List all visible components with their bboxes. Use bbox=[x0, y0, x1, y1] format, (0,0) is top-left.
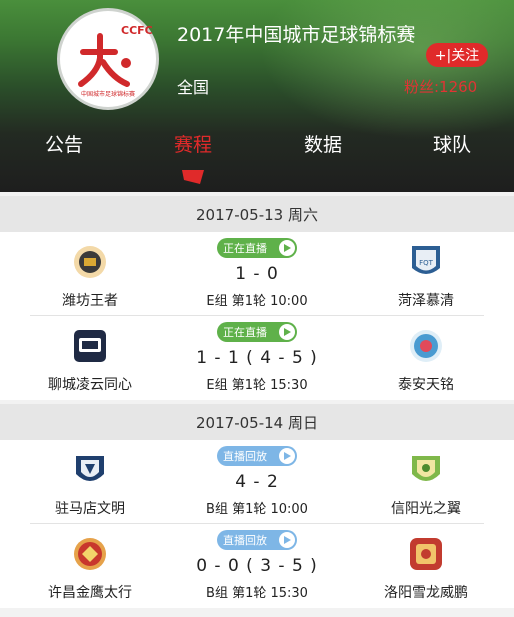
team-logo-weifang bbox=[72, 244, 108, 280]
match-info: B组 第1轮 15:30 bbox=[206, 586, 308, 601]
match-row[interactable]: 正在直播 聊城凌云同心 1 - 1 ( 4 - 5 ) E组 第1轮 15:30… bbox=[0, 316, 514, 400]
tournament-header: CCFC 中国城市足球锦标赛 2017年中国城市足球锦标赛 全国 +|关注 粉丝… bbox=[0, 0, 514, 192]
match-info: B组 第1轮 10:00 bbox=[206, 502, 308, 517]
away-team[interactable]: 信阳光之翼 bbox=[366, 452, 486, 518]
fans-count: 粉丝:1260 bbox=[404, 78, 478, 96]
svg-text:FQT: FQT bbox=[419, 259, 434, 267]
follow-button[interactable]: +|关注 bbox=[426, 43, 488, 67]
match-score: 0 - 0 ( 3 - 5 ) bbox=[196, 556, 318, 576]
team-logo-luoyang bbox=[408, 536, 444, 572]
play-icon bbox=[279, 532, 295, 548]
match-score: 4 - 2 bbox=[235, 472, 279, 492]
away-team[interactable]: 泰安天铭 bbox=[366, 328, 486, 394]
date-header: 2017-05-13 周六 bbox=[0, 196, 514, 232]
away-team-name: 信阳光之翼 bbox=[391, 501, 461, 517]
svg-text:中国城市足球锦标赛: 中国城市足球锦标赛 bbox=[81, 90, 135, 98]
team-logo-xinyang bbox=[408, 452, 444, 488]
status-label: 正在直播 bbox=[223, 326, 267, 339]
away-team[interactable]: 洛阳雪龙威鹏 bbox=[366, 536, 486, 602]
active-tab-indicator-icon bbox=[182, 170, 204, 184]
team-logo-heze: FQT bbox=[408, 244, 444, 280]
home-team-name: 潍坊王者 bbox=[62, 293, 118, 309]
replay-status-badge[interactable]: 直播回放 bbox=[217, 530, 297, 550]
svg-text:CCFC: CCFC bbox=[121, 24, 153, 37]
team-logo-taian bbox=[408, 328, 444, 364]
live-status-badge[interactable]: 正在直播 bbox=[217, 322, 297, 342]
status-label: 直播回放 bbox=[223, 450, 267, 463]
tab-bar: 公告 赛程 数据 球队 bbox=[0, 130, 514, 162]
match-score: 1 - 0 bbox=[235, 264, 279, 284]
replay-status-badge[interactable]: 直播回放 bbox=[217, 446, 297, 466]
match-row[interactable]: 直播回放 驻马店文明 4 - 2 B组 第1轮 10:00 信阳光之翼 bbox=[0, 440, 514, 524]
ccfc-logo-icon: CCFC 中国城市足球锦标赛 bbox=[78, 24, 153, 98]
tournament-title: 2017年中国城市足球锦标赛 bbox=[177, 24, 416, 46]
tab-schedule[interactable]: 赛程 bbox=[153, 130, 233, 157]
home-team[interactable]: 潍坊王者 bbox=[30, 244, 150, 310]
match-row[interactable]: 直播回放 许昌金鹰太行 0 - 0 ( 3 - 5 ) B组 第1轮 15:30… bbox=[0, 524, 514, 608]
play-icon bbox=[279, 240, 295, 256]
home-team-name: 许昌金鹰太行 bbox=[48, 585, 132, 601]
status-label: 直播回放 bbox=[223, 534, 267, 547]
away-team-name: 菏泽慕清 bbox=[398, 293, 454, 309]
match-row[interactable]: 正在直播 潍坊王者 1 - 0 E组 第1轮 10:00 FQT 菏泽慕清 bbox=[0, 232, 514, 316]
play-icon bbox=[279, 324, 295, 340]
date-header: 2017-05-14 周日 bbox=[0, 404, 514, 440]
status-label: 正在直播 bbox=[223, 242, 267, 255]
home-team-name: 聊城凌云同心 bbox=[48, 377, 132, 393]
tab-teams[interactable]: 球队 bbox=[412, 130, 492, 157]
match-info: E组 第1轮 10:00 bbox=[206, 294, 308, 309]
away-team-name: 洛阳雪龙威鹏 bbox=[384, 585, 468, 601]
play-icon bbox=[279, 448, 295, 464]
home-team-name: 驻马店文明 bbox=[55, 501, 125, 517]
home-team[interactable]: 许昌金鹰太行 bbox=[30, 536, 150, 602]
tab-announcements[interactable]: 公告 bbox=[24, 130, 104, 157]
match-info: E组 第1轮 15:30 bbox=[206, 378, 308, 393]
away-team[interactable]: FQT 菏泽慕清 bbox=[366, 244, 486, 310]
match-score: 1 - 1 ( 4 - 5 ) bbox=[196, 348, 318, 368]
home-team[interactable]: 驻马店文明 bbox=[30, 452, 150, 518]
away-team-name: 泰安天铭 bbox=[398, 377, 454, 393]
home-team[interactable]: 聊城凌云同心 bbox=[30, 328, 150, 394]
region-label: 全国 bbox=[177, 78, 210, 97]
live-status-badge[interactable]: 正在直播 bbox=[217, 238, 297, 258]
tab-data[interactable]: 数据 bbox=[283, 130, 363, 157]
team-logo-zhumadian bbox=[72, 452, 108, 488]
tournament-logo: CCFC 中国城市足球锦标赛 bbox=[57, 8, 159, 110]
team-logo-liaocheng bbox=[72, 328, 108, 364]
team-logo-xuchang bbox=[72, 536, 108, 572]
